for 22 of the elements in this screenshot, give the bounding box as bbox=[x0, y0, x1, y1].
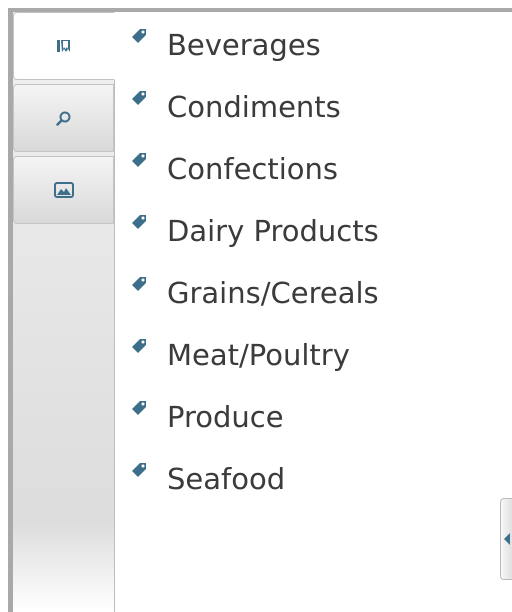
tag-icon bbox=[131, 276, 147, 292]
tag-icon bbox=[131, 28, 147, 44]
tag-icon bbox=[131, 400, 147, 416]
category-item[interactable]: Meat/Poultry bbox=[167, 340, 350, 370]
tag-icon bbox=[131, 152, 147, 168]
category-item[interactable]: Seafood bbox=[167, 464, 286, 494]
category-item[interactable]: Grains/Cereals bbox=[167, 278, 379, 308]
category-item[interactable]: Produce bbox=[167, 402, 284, 432]
category-item[interactable]: Dairy Products bbox=[167, 216, 379, 246]
caret-icon bbox=[504, 533, 510, 545]
bookmarks-icon bbox=[57, 39, 71, 53]
tag-icon bbox=[131, 90, 147, 106]
image-icon bbox=[54, 182, 74, 198]
collapse-handle[interactable] bbox=[500, 498, 512, 580]
tag-icon bbox=[131, 338, 147, 354]
tag-icon bbox=[131, 462, 147, 478]
category-item[interactable]: Confections bbox=[167, 154, 338, 184]
category-item[interactable]: Condiments bbox=[167, 92, 341, 122]
search-icon bbox=[56, 110, 71, 126]
tag-icon bbox=[131, 214, 147, 230]
category-item[interactable]: Beverages bbox=[167, 30, 321, 60]
sidebar-tab[interactable] bbox=[13, 156, 114, 224]
